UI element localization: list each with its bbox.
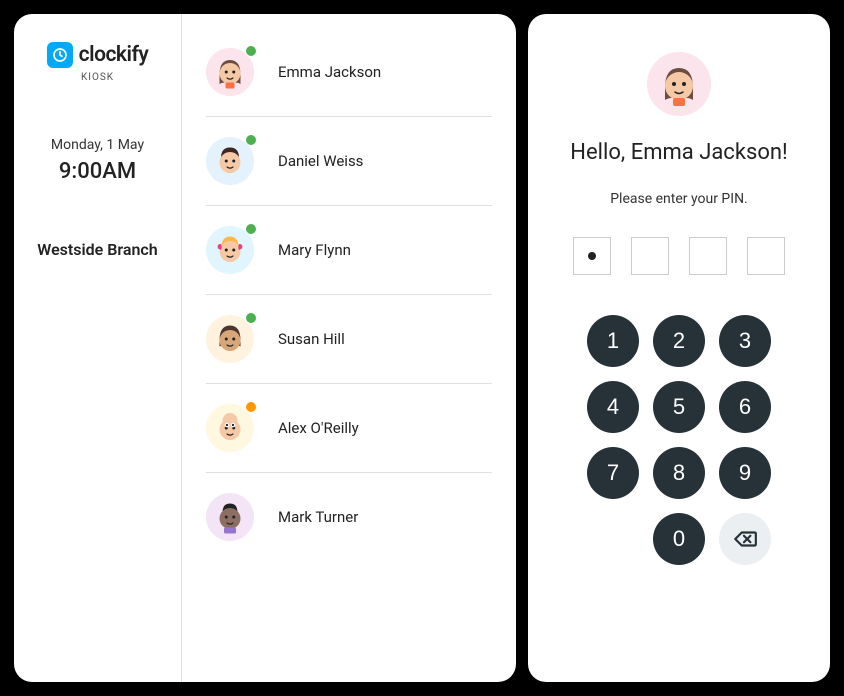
avatar [206, 404, 254, 452]
avatar [206, 137, 254, 185]
keypad-key-3[interactable]: 3 [719, 315, 771, 367]
greeting-text: Hello, Emma Jackson! [570, 140, 787, 165]
avatar [206, 226, 254, 274]
user-row[interactable]: Susan Hill [206, 295, 492, 384]
keypad-key-1[interactable]: 1 [587, 315, 639, 367]
avatar-wrap [206, 137, 254, 185]
user-name: Alex O'Reilly [278, 419, 359, 437]
pin-prompt: Please enter your PIN. [610, 191, 748, 207]
keypad-backspace-button[interactable] [719, 513, 771, 565]
avatar-wrap [206, 404, 254, 452]
status-dot-icon [246, 46, 256, 56]
pin-box [631, 237, 669, 275]
avatar [206, 493, 254, 541]
user-row[interactable]: Alex O'Reilly [206, 384, 492, 473]
keypad-key-0[interactable]: 0 [653, 513, 705, 565]
time-text: 9:00AM [59, 159, 136, 184]
avatar-wrap [206, 48, 254, 96]
keypad-key-7[interactable]: 7 [587, 447, 639, 499]
avatar-wrap [206, 226, 254, 274]
selected-avatar [647, 52, 711, 116]
kiosk-panel: clockify KIOSK Monday, 1 May 9:00AM West… [14, 14, 516, 682]
pin-dot-icon [588, 252, 596, 260]
keypad-key-8[interactable]: 8 [653, 447, 705, 499]
keypad-key-5[interactable]: 5 [653, 381, 705, 433]
status-dot-icon [246, 402, 256, 412]
logo-block: clockify KIOSK [47, 42, 149, 83]
keypad-key-2[interactable]: 2 [653, 315, 705, 367]
kiosk-label: KIOSK [81, 72, 114, 83]
status-dot-icon [246, 313, 256, 323]
user-name: Susan Hill [278, 330, 345, 348]
avatar-wrap [206, 493, 254, 541]
pin-box [573, 237, 611, 275]
keypad-key-6[interactable]: 6 [719, 381, 771, 433]
status-dot-icon [246, 135, 256, 145]
avatar-wrap [206, 315, 254, 363]
clockify-logo-icon [47, 42, 73, 68]
date-text: Monday, 1 May [51, 137, 144, 153]
keypad: 123 456 7890 [587, 315, 771, 565]
backspace-icon [732, 526, 758, 552]
user-row[interactable]: Mary Flynn [206, 206, 492, 295]
user-name: Emma Jackson [278, 63, 381, 81]
avatar [206, 315, 254, 363]
user-name: Mary Flynn [278, 241, 351, 259]
pin-box [747, 237, 785, 275]
user-name: Mark Turner [278, 508, 358, 526]
user-name: Daniel Weiss [278, 152, 363, 170]
keypad-key-9[interactable]: 9 [719, 447, 771, 499]
user-row[interactable]: Mark Turner [206, 473, 492, 561]
status-dot-icon [246, 224, 256, 234]
user-row[interactable]: Emma Jackson [206, 34, 492, 117]
user-list: Emma Jackson Daniel Weiss Mary Flynn Sus… [182, 14, 516, 682]
pin-boxes [573, 237, 785, 275]
sidebar: clockify KIOSK Monday, 1 May 9:00AM West… [14, 14, 182, 682]
keypad-spacer [587, 513, 639, 565]
logo-text: clockify [79, 43, 149, 67]
branch-text: Westside Branch [37, 238, 157, 262]
pin-panel: Hello, Emma Jackson! Please enter your P… [528, 14, 830, 682]
avatar [206, 48, 254, 96]
keypad-key-4[interactable]: 4 [587, 381, 639, 433]
user-row[interactable]: Daniel Weiss [206, 117, 492, 206]
pin-box [689, 237, 727, 275]
